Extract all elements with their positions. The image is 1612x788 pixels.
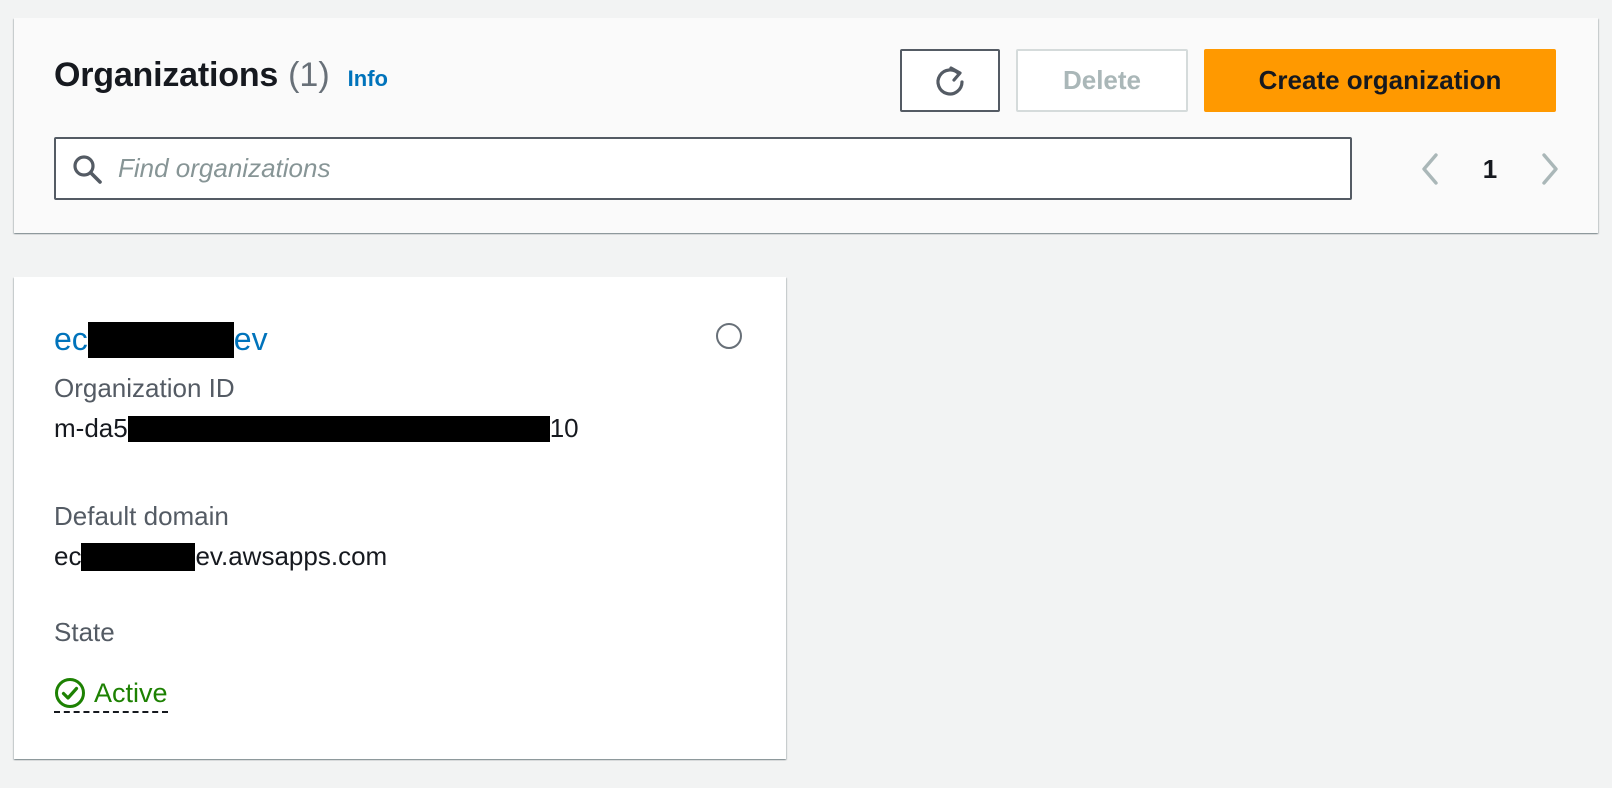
organization-id-value: m-da5 10 xyxy=(54,413,579,444)
redacted-block xyxy=(127,415,550,442)
search-box[interactable] xyxy=(54,137,1352,200)
current-page-number[interactable]: 1 xyxy=(1483,154,1497,185)
organization-name-link[interactable]: ec ev xyxy=(54,321,268,358)
page-title: Organizations xyxy=(54,56,279,94)
default-domain-label: Default domain xyxy=(54,501,229,531)
domain-prefix: ec xyxy=(54,541,82,571)
organization-id-label: Organization ID xyxy=(54,373,235,403)
status-badge[interactable]: Active xyxy=(54,677,168,713)
header-title-row: Organizations (1) Info xyxy=(54,56,388,95)
info-link[interactable]: Info xyxy=(348,66,388,92)
organization-id-suffix: 10 xyxy=(549,413,579,443)
check-circle-icon xyxy=(54,677,86,709)
organization-name-prefix: ec xyxy=(54,321,88,357)
domain-suffix: ev.awsapps.com xyxy=(195,541,388,571)
refresh-button[interactable] xyxy=(900,49,1000,112)
search-icon xyxy=(70,152,104,186)
redacted-block xyxy=(81,542,196,571)
organization-id-prefix: m-da5 xyxy=(54,413,128,443)
organization-count: (1) xyxy=(288,56,330,94)
chevron-right-icon[interactable] xyxy=(1530,146,1570,192)
default-domain-value: ec ev.awsapps.com xyxy=(54,541,387,572)
organization-name-suffix: ev xyxy=(233,321,268,357)
organization-card[interactable]: ec ev Organization ID m-da5 10 Default d… xyxy=(14,277,786,759)
pagination: 1 xyxy=(1410,146,1570,192)
redacted-block xyxy=(87,321,234,358)
refresh-icon xyxy=(936,65,964,96)
select-radio[interactable] xyxy=(716,323,742,349)
create-organization-button[interactable]: Create organization xyxy=(1204,49,1556,112)
state-value-text: Active xyxy=(94,677,168,708)
state-label: State xyxy=(54,617,115,647)
delete-button[interactable]: Delete xyxy=(1016,49,1188,112)
organizations-header-panel: Organizations (1) Info Delete Create org… xyxy=(14,18,1598,233)
search-input[interactable] xyxy=(118,139,1350,198)
chevron-left-icon[interactable] xyxy=(1410,146,1450,192)
